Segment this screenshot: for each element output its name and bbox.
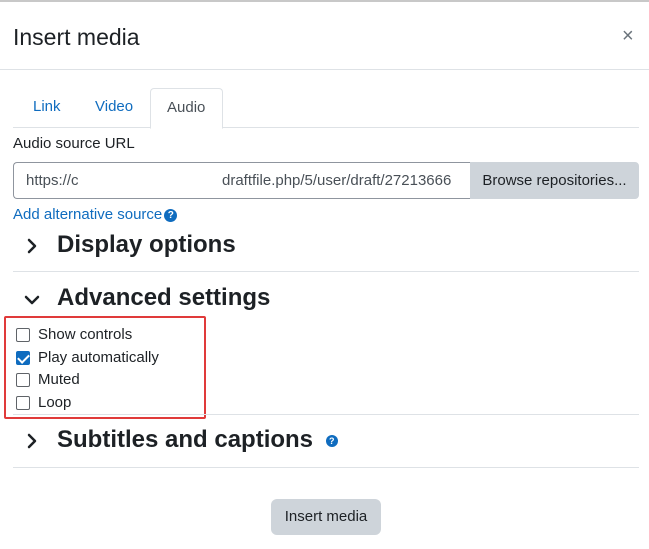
subtitles-captions-title: Subtitles and captions [57,426,314,453]
display-options-heading: Display options [57,231,236,258]
dialog-title: Insert media [13,24,140,50]
help-icon[interactable]: ? [164,209,178,222]
play-automatically-checkbox[interactable] [16,351,30,365]
browse-repositories-button[interactable]: Browse repositories... [470,162,639,199]
tab-video[interactable]: Video [79,88,149,128]
advanced-settings-section[interactable]: Advanced settings [13,281,639,321]
add-alternative-source-link[interactable]: Add alternative source? [13,206,178,223]
play-automatically-label: Play automatically [38,349,159,366]
chevron-down-icon [24,295,40,305]
media-tabs: Link Video Audio [13,88,639,129]
display-options-section[interactable]: Display options [13,228,639,268]
dialog-header: Insert media × [0,2,649,70]
help-icon[interactable]: ? [325,435,338,447]
subtitles-captions-section[interactable]: Subtitles and captions ? [13,423,639,463]
tab-audio[interactable]: Audio [150,88,223,129]
advanced-settings-heading: Advanced settings [57,284,271,311]
show-controls-label: Show controls [38,326,133,343]
show-controls-checkbox[interactable] [16,328,30,342]
loop-label: Loop [38,394,72,411]
audio-source-label: Audio source URL [13,135,135,152]
close-icon[interactable]: × [622,26,634,46]
loop-checkbox[interactable] [16,396,30,410]
section-divider [13,467,639,468]
chevron-right-icon [27,238,37,254]
add-alternative-source-label: Add alternative source [13,206,163,223]
tab-link[interactable]: Link [17,88,77,128]
audio-source-url-input[interactable]: https://c draftfile.php/5/user/draft/272… [13,162,470,199]
chevron-right-icon [27,433,37,449]
muted-label: Muted [38,371,80,388]
section-divider [13,414,639,415]
muted-checkbox[interactable] [16,373,30,387]
subtitles-captions-heading: Subtitles and captions ? [57,426,338,454]
insert-media-button[interactable]: Insert media [271,499,381,535]
url-start-text: https://c [26,172,79,189]
section-divider [13,271,639,272]
url-end-text: draftfile.php/5/user/draft/27213666 [222,172,452,189]
